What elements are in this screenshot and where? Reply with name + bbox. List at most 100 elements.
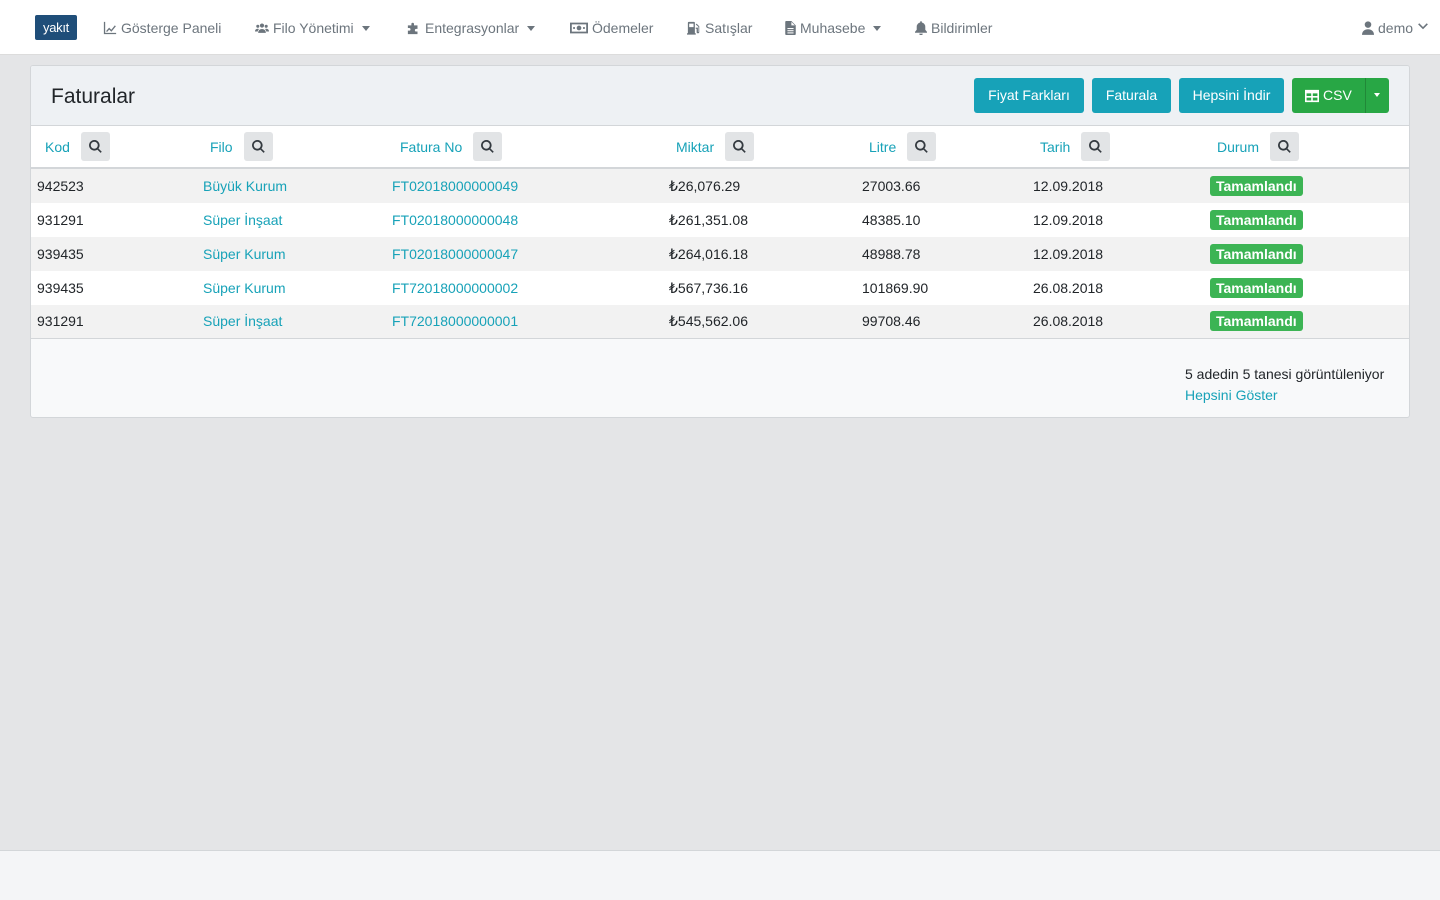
search-litre-button[interactable] (907, 132, 937, 161)
search-icon (733, 140, 746, 153)
show-all-link[interactable]: Hepsini Göster (1185, 387, 1278, 403)
nav-item-sales[interactable]: Satışlar (687, 18, 752, 38)
nav-item-fleet[interactable]: Filo Yönetimi (255, 18, 370, 38)
chart-line-icon (103, 21, 117, 35)
cell-tarih: 12.09.2018 (1033, 178, 1104, 194)
cell-litre: 48988.78 (862, 246, 921, 262)
sort-filo[interactable]: Filo (210, 139, 233, 155)
chevron-down-icon (873, 25, 882, 31)
top-navbar: yakıt Gösterge Paneli Filo Yönetimi Ente… (0, 0, 1440, 55)
status-badge: Tamamlandı (1210, 210, 1303, 231)
cell-miktar: ₺545,562.06 (669, 313, 748, 329)
cell-litre: 99708.46 (862, 313, 921, 329)
cell-filo-link[interactable]: Süper İnşaat (203, 305, 282, 338)
sort-kod[interactable]: Kod (45, 139, 70, 155)
search-durum-button[interactable] (1270, 132, 1300, 161)
cell-tarih: 12.09.2018 (1033, 212, 1104, 228)
table-row: 931291 Süper İnşaat FT72018000000001 ₺54… (31, 305, 1409, 338)
nav-item-payments[interactable]: Ödemeler (570, 18, 653, 38)
nav-item-integrations[interactable]: Entegrasyonlar (407, 18, 536, 38)
page-title: Faturalar (51, 85, 136, 108)
nav-item-label: Gösterge Paneli (121, 20, 222, 36)
search-fatura-no-button[interactable] (473, 132, 503, 161)
price-differences-button[interactable]: Fiyat Farkları (974, 78, 1084, 113)
search-icon (915, 140, 928, 153)
cell-litre: 27003.66 (862, 178, 921, 194)
table-header: Kod Filo Fatura No Miktar Litre Tarih Du… (31, 126, 1409, 169)
cell-kod: 939435 (37, 280, 84, 296)
search-icon (481, 140, 495, 153)
nav-item-accounting[interactable]: Muhasebe (785, 18, 882, 38)
column-header-filo: Filo (210, 126, 273, 167)
file-icon (785, 21, 796, 35)
cell-filo-link[interactable]: Süper Kurum (203, 237, 285, 271)
status-badge: Tamamlandı (1210, 176, 1303, 197)
cell-kod: 939435 (37, 246, 84, 262)
sort-litre[interactable]: Litre (869, 139, 896, 155)
cell-kod: 931291 (37, 212, 84, 228)
nav-item-notifications[interactable]: Bildirimler (915, 18, 992, 38)
chevron-down-icon (361, 25, 370, 31)
table-row: 939435 Süper Kurum FT72018000000002 ₺567… (31, 271, 1409, 305)
cell-kod: 931291 (37, 313, 84, 329)
chevron-down-icon (1417, 18, 1429, 38)
cell-tarih: 26.08.2018 (1033, 280, 1104, 296)
search-icon (1278, 140, 1291, 153)
cell-miktar: ₺26,076.29 (669, 178, 741, 194)
column-header-tarih: Tarih (1040, 126, 1111, 167)
money-bill-icon (570, 22, 588, 34)
cell-kod: 942523 (37, 178, 84, 194)
status-badge: Tamamlandı (1210, 278, 1303, 299)
invoices-card: Faturalar Fiyat Farkları Faturala Hepsin… (30, 65, 1410, 418)
brand-logo[interactable]: yakıt (35, 15, 77, 40)
csv-label: CSV (1323, 87, 1352, 103)
cell-fatura-no-link[interactable]: FT72018000000001 (392, 305, 518, 338)
cell-fatura-no-link[interactable]: FT02018000000048 (392, 203, 518, 237)
search-filo-button[interactable] (243, 132, 273, 161)
chevron-down-icon (527, 25, 536, 31)
sort-tarih[interactable]: Tarih (1040, 139, 1070, 155)
cell-filo-link[interactable]: Süper İnşaat (203, 203, 282, 237)
cell-litre: 48385.10 (862, 212, 921, 228)
nav-item-dashboard[interactable]: Gösterge Paneli (103, 18, 221, 38)
table-row: 939435 Süper Kurum FT02018000000047 ₺264… (31, 237, 1409, 271)
sort-durum[interactable]: Durum (1217, 139, 1259, 155)
cell-filo-link[interactable]: Süper Kurum (203, 271, 285, 305)
search-icon (88, 140, 102, 153)
nav-item-label: Filo Yönetimi (273, 20, 354, 36)
invoice-button[interactable]: Faturala (1092, 78, 1171, 113)
cell-miktar: ₺567,736.16 (669, 280, 748, 296)
page-footer (0, 850, 1440, 900)
cell-fatura-no-link[interactable]: FT72018000000002 (392, 271, 518, 305)
search-tarih-button[interactable] (1081, 132, 1111, 161)
cell-durum: Tamamlandı (1210, 237, 1303, 271)
column-header-kod: Kod (45, 126, 110, 167)
cell-litre: 101869.90 (862, 280, 929, 296)
cell-fatura-no-link[interactable]: FT02018000000047 (392, 237, 518, 271)
nav-item-label: Satışlar (705, 20, 753, 36)
download-all-button[interactable]: Hepsini İndir (1179, 78, 1284, 113)
cell-durum: Tamamlandı (1210, 169, 1303, 203)
pagination-info: 5 adedin 5 tanesi görüntüleniyor (1185, 366, 1385, 382)
search-miktar-button[interactable] (725, 132, 755, 161)
cell-tarih: 12.09.2018 (1033, 246, 1104, 262)
column-header-miktar: Miktar (676, 126, 755, 167)
csv-export-button[interactable]: CSV (1292, 78, 1365, 113)
nav-item-label: Ödemeler (592, 20, 654, 36)
sort-fatura-no[interactable]: Fatura No (400, 139, 462, 155)
cell-fatura-no-link[interactable]: FT02018000000049 (392, 169, 518, 203)
gas-pump-icon (687, 21, 700, 35)
status-badge: Tamamlandı (1210, 311, 1303, 332)
cell-filo-link[interactable]: Büyük Kurum (203, 169, 287, 203)
sort-miktar[interactable]: Miktar (676, 139, 714, 155)
cell-miktar: ₺264,016.18 (669, 246, 748, 262)
csv-dropdown-toggle[interactable] (1365, 78, 1389, 113)
nav-item-label: Entegrasyonlar (425, 20, 520, 36)
cell-miktar: ₺261,351.08 (669, 212, 748, 228)
search-kod-button[interactable] (80, 132, 110, 161)
user-menu[interactable]: demo (1362, 18, 1429, 38)
cell-durum: Tamamlandı (1210, 305, 1303, 338)
column-header-fatura-no: Fatura No (400, 126, 503, 167)
users-icon (255, 23, 269, 33)
caret-down-icon (1374, 93, 1380, 97)
